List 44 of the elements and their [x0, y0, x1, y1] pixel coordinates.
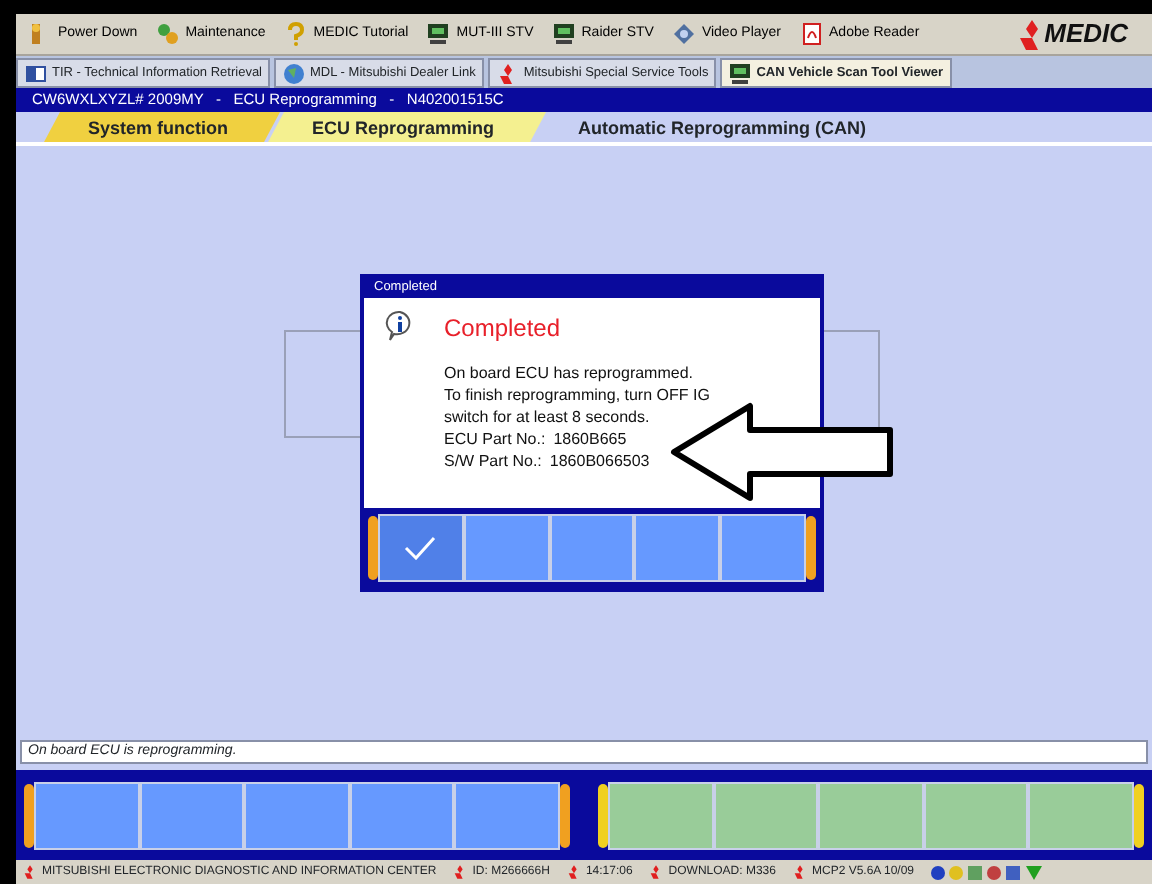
function-key[interactable]	[349, 781, 455, 849]
diamonds-icon	[648, 864, 665, 880]
diamonds-icon	[565, 864, 582, 880]
breadcrumb-tab[interactable]: ECU Reprogramming	[268, 112, 547, 142]
key-bar-cap	[368, 516, 378, 580]
function-key[interactable]	[720, 514, 806, 582]
key-bar-cap	[598, 783, 608, 847]
key-bar-cap	[1133, 783, 1144, 847]
field-value: 1860B066503	[549, 450, 650, 472]
globe-icon	[282, 61, 307, 85]
field-label: S/W Part No.:	[444, 450, 542, 472]
confirm-key[interactable]	[378, 514, 464, 582]
gears-icon	[155, 22, 180, 46]
diamonds-icon	[452, 864, 469, 880]
logo-text: MEDIC	[1044, 16, 1128, 53]
message-line: To finish reprogramming, turn OFF IG	[444, 384, 710, 406]
function-key[interactable]	[463, 514, 550, 582]
key-bar-cap	[24, 783, 34, 847]
key-bar-cap	[559, 783, 570, 847]
key-bar-cap	[805, 516, 816, 580]
field-label: ECU Part No.:	[444, 428, 546, 450]
function-key[interactable]	[549, 514, 635, 582]
field-value: 1860B665	[553, 428, 627, 450]
checkmark-icon	[404, 536, 437, 560]
help-icon	[283, 22, 308, 46]
computer-icon	[426, 22, 451, 46]
dialog-heading: Completed	[444, 312, 563, 346]
breadcrumb-tab[interactable]: System function	[44, 112, 281, 142]
computer-icon	[551, 22, 576, 46]
computer-icon	[728, 61, 753, 85]
function-key[interactable]	[244, 781, 350, 849]
function-key[interactable]	[139, 781, 245, 849]
diamonds-icon	[791, 864, 808, 880]
function-key[interactable]	[634, 514, 721, 582]
document-icon	[799, 22, 824, 46]
diamonds-icon	[22, 864, 38, 880]
video-icon	[671, 22, 696, 46]
message-line: On board ECU has reprogrammed.	[444, 362, 695, 384]
info-icon	[384, 310, 416, 342]
book-icon	[24, 61, 48, 85]
function-key[interactable]	[454, 781, 560, 849]
message-line: switch for at least 8 seconds.	[444, 406, 652, 428]
function-key[interactable]	[34, 781, 140, 849]
diamonds-icon	[1020, 19, 1039, 49]
